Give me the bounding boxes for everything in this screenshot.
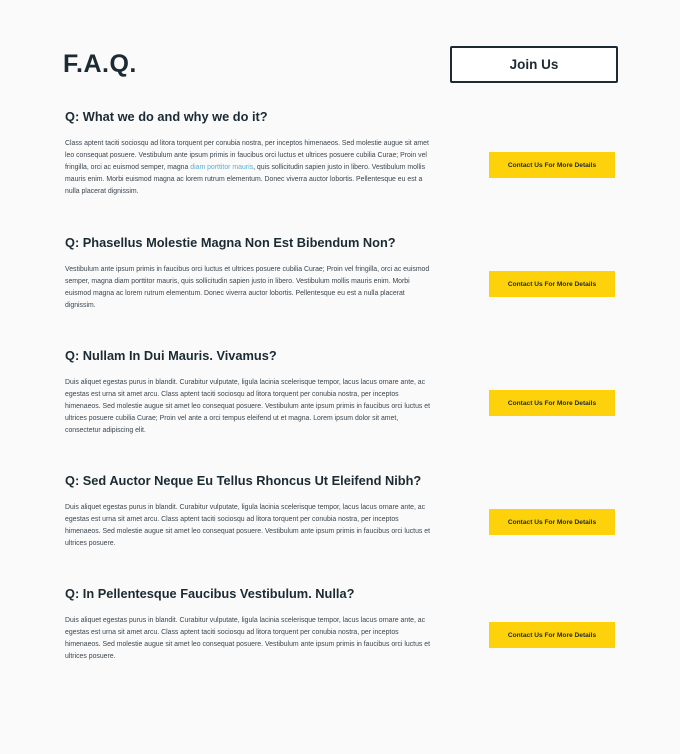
faq-question: Q: Nullam In Dui Mauris. Vivamus? xyxy=(65,348,277,363)
faq-item: Q: Phasellus Molestie Magna Non Est Bibe… xyxy=(65,235,435,312)
join-us-button[interactable]: Join Us xyxy=(450,46,618,83)
page-title: F.A.Q. xyxy=(63,50,137,78)
contact-us-button[interactable]: Contact Us For More Details xyxy=(489,152,615,178)
faq-answer: Class aptent taciti sociosqu ad litora t… xyxy=(65,138,435,198)
faq-item: Q: Nullam In Dui Mauris. Vivamus? Duis a… xyxy=(65,348,435,437)
faq-item: Q: Sed Auctor Neque Eu Tellus Rhoncus Ut… xyxy=(65,473,435,550)
faq-answer: Duis aliquet egestas purus in blandit. C… xyxy=(65,504,431,547)
contact-us-button[interactable]: Contact Us For More Details xyxy=(489,390,615,416)
contact-us-button[interactable]: Contact Us For More Details xyxy=(489,509,615,535)
contact-us-button[interactable]: Contact Us For More Details xyxy=(489,622,615,648)
faq-answer: Vestibulum ante ipsum primis in faucibus… xyxy=(65,266,430,309)
contact-us-button[interactable]: Contact Us For More Details xyxy=(489,271,615,297)
faq-answer-link[interactable]: diam porttitor mauris xyxy=(190,164,253,171)
faq-question: Q: In Pellentesque Faucibus Vestibulum. … xyxy=(65,586,355,601)
faq-question: Q: What we do and why we do it? xyxy=(65,109,268,124)
faq-answer: Duis aliquet egestas purus in blandit. C… xyxy=(65,379,431,434)
faq-answer: Duis aliquet egestas purus in blandit. C… xyxy=(65,617,431,660)
faq-question: Q: Sed Auctor Neque Eu Tellus Rhoncus Ut… xyxy=(65,473,422,488)
faq-item: Q: In Pellentesque Faucibus Vestibulum. … xyxy=(65,586,435,663)
faq-question: Q: Phasellus Molestie Magna Non Est Bibe… xyxy=(65,235,396,250)
faq-item: Q: What we do and why we do it? Class ap… xyxy=(65,109,435,198)
